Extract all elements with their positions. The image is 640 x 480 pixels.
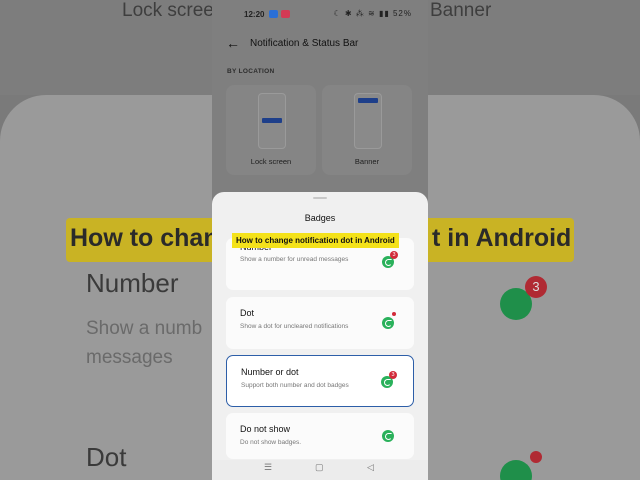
option-description: Do not show badges. — [240, 439, 302, 446]
lock-screen-card[interactable]: Lock screen — [226, 85, 316, 175]
option-dot[interactable]: Dot Show a dot for uncleared notificatio… — [226, 297, 414, 349]
option-description: Support both number and dot badges — [241, 382, 349, 389]
section-label: BY LOCATION — [227, 68, 275, 75]
banner-label: Banner — [354, 157, 380, 166]
preview-banner-bar — [358, 98, 378, 103]
option-title: Do not show — [240, 424, 291, 434]
phone-screen: 12:20 ☾ ✱ ⁂ ≋ ▮▮ 52% ← Notification & St… — [212, 0, 428, 480]
banner-preview — [354, 93, 382, 149]
option-title: Number or dot — [241, 367, 299, 377]
back-arrow-icon[interactable]: ← — [226, 35, 240, 51]
option-do-not-show[interactable]: Do not show Do not show badges. — [226, 413, 414, 459]
lock-screen-preview — [258, 93, 286, 149]
bg-number-title: Number — [86, 268, 179, 298]
bg-badge-icon: 3 — [525, 276, 547, 298]
option-number-or-dot[interactable]: Number or dot Support both number and do… — [226, 355, 414, 407]
navigation-bar: ☰ ▢ ◁ — [212, 460, 428, 480]
whatsapp-icon — [382, 317, 394, 329]
notification-app-icon-2 — [281, 10, 290, 18]
bg-caption-left: How to chan — [70, 224, 219, 252]
recents-menu-icon[interactable]: ☰ — [264, 462, 272, 473]
page-title: Notification & Status Bar — [250, 37, 359, 49]
status-icons: ☾ ✱ ⁂ ≋ ▮▮ 52% — [333, 9, 412, 18]
option-description: Show a dot for uncleared notifications — [240, 323, 349, 330]
badge-count-icon: 3 — [389, 371, 397, 379]
back-nav-icon[interactable]: ◁ — [367, 462, 374, 473]
bg-dot-icon — [530, 451, 542, 463]
banner-card[interactable]: Banner — [322, 85, 412, 175]
badge-dot-icon — [392, 312, 396, 316]
whatsapp-icon — [382, 430, 394, 442]
bg-lock-text: Lock scree — [122, 0, 214, 21]
badge-count-icon: 3 — [390, 251, 398, 259]
preview-notification-bar — [262, 118, 282, 123]
status-time: 12:20 — [244, 10, 265, 19]
bg-banner-text: Banner — [430, 0, 492, 21]
option-description: Show a number for unread messages — [240, 256, 349, 263]
video-caption: How to change notification dot in Androi… — [232, 233, 399, 248]
notification-app-icon — [269, 10, 278, 18]
badges-bottom-sheet: Badges How to change notification dot in… — [212, 192, 428, 480]
bg-dot-title: Dot — [86, 442, 127, 472]
bg-caption-right: t in Android — [432, 224, 572, 252]
status-bar: 12:20 ☾ ✱ ⁂ ≋ ▮▮ 52% — [212, 0, 428, 28]
sheet-title: Badges — [304, 213, 336, 223]
header: ← Notification & Status Bar — [226, 33, 358, 53]
lock-screen-label: Lock screen — [250, 157, 292, 166]
bg-number-sub: Show a numb messages — [86, 318, 203, 368]
home-icon[interactable]: ▢ — [315, 462, 324, 473]
option-title: Dot — [240, 308, 255, 318]
sheet-drag-handle[interactable] — [313, 197, 327, 199]
